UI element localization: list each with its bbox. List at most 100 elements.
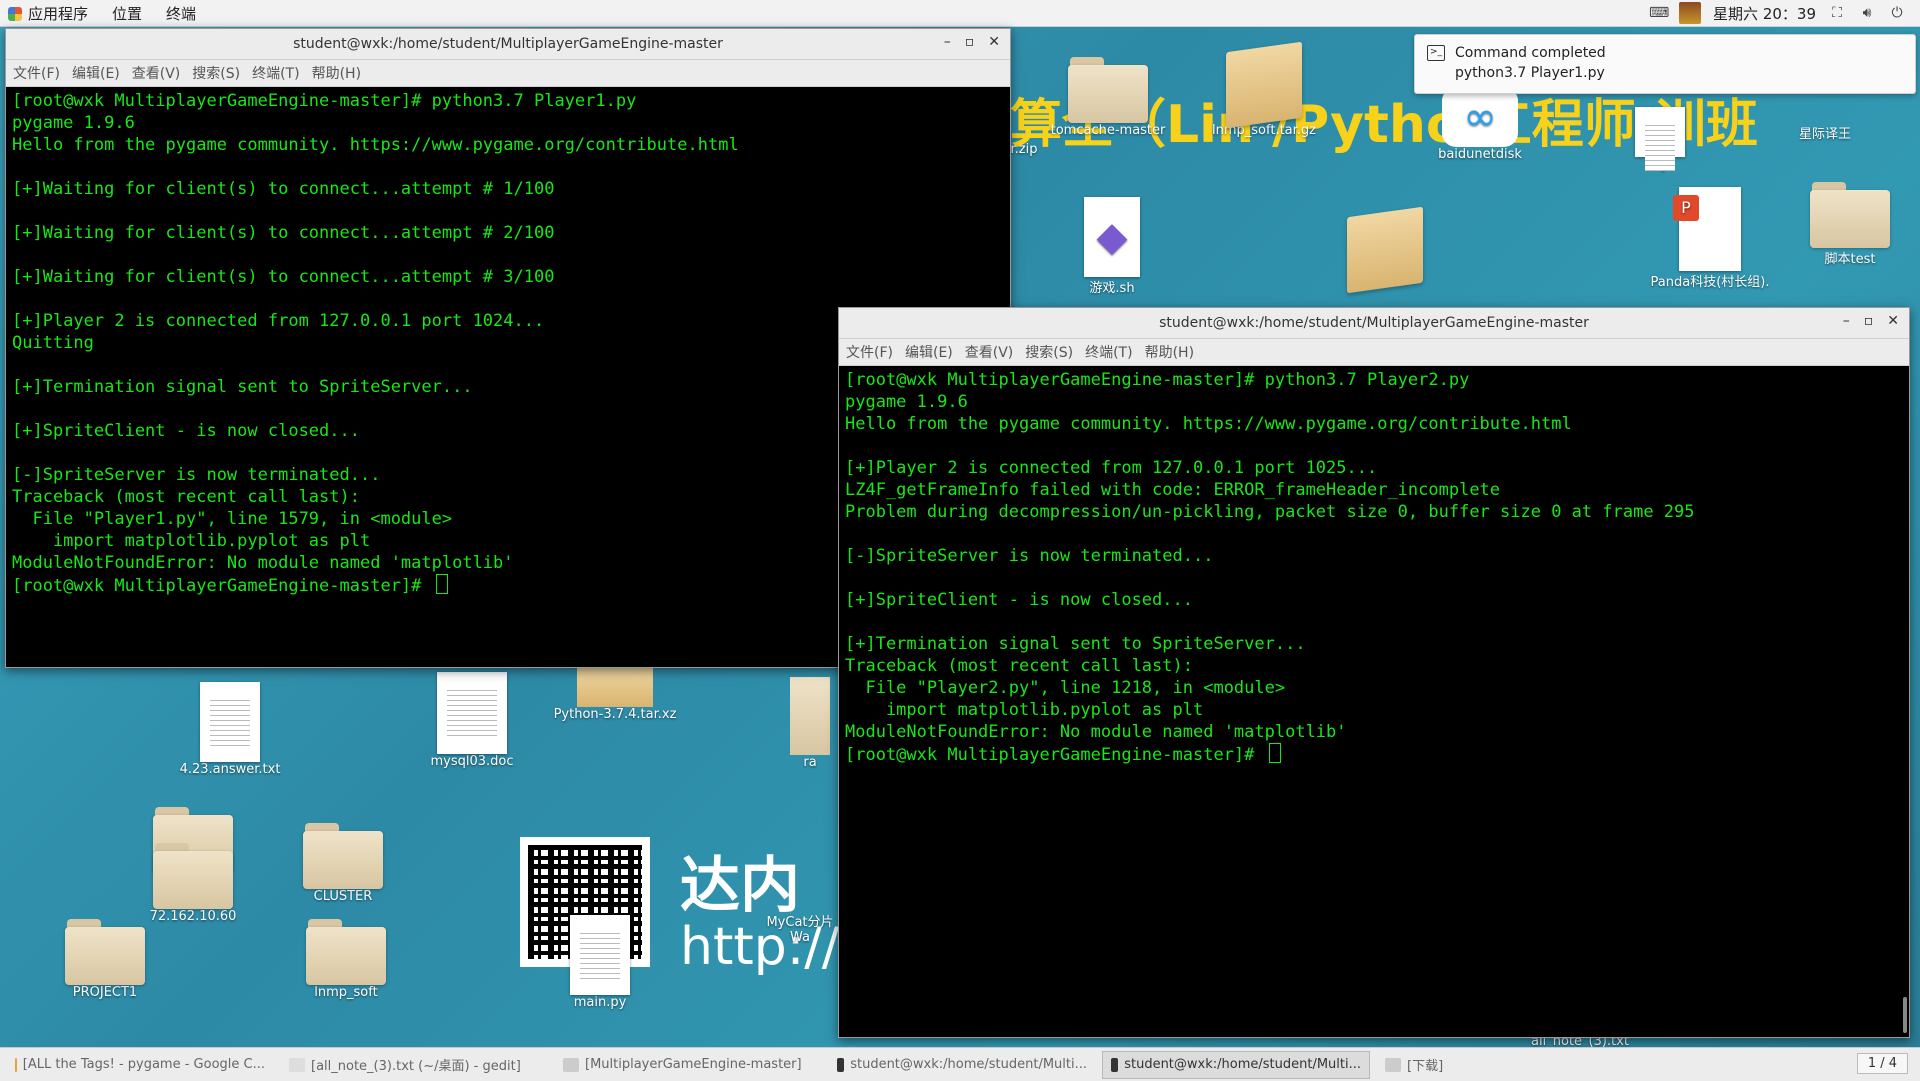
terminal-app-menu[interactable]: 终端 — [154, 3, 208, 24]
window-titlebar[interactable]: student@wxk:/home/student/MultiplayerGam… — [839, 308, 1909, 339]
desktop-icon-label: 星际译王 — [1798, 127, 1851, 142]
taskbar-item[interactable]: [ALL the Tags! - pygame - Google C... — [6, 1051, 274, 1079]
folder-icon — [303, 823, 383, 889]
minimize-icon[interactable]: – — [1843, 313, 1850, 329]
taskbar: [ALL the Tags! - pygame - Google C... [al… — [0, 1047, 1920, 1081]
menu-help[interactable]: 帮助(H) — [1139, 342, 1200, 362]
desktop-icon-script-test[interactable]: 脚本test — [1790, 182, 1910, 267]
terminal-output[interactable]: [root@wxk MultiplayerGameEngine-master]#… — [839, 366, 1909, 765]
desktop-icon-answer-txt[interactable]: 4.23.answer.txt — [170, 682, 290, 777]
desktop-icon-ip-folder[interactable]: 72.162.10.60 — [128, 807, 258, 924]
places-menu[interactable]: 位置 — [100, 3, 154, 24]
desktop-icon-lnmp-tar[interactable]: lnmp_soft.tar.gz — [1204, 41, 1324, 138]
window-icon — [1111, 1057, 1119, 1072]
maximize-icon[interactable]: ▫ — [1864, 313, 1874, 329]
volume-icon[interactable]: 🔊︎ — [1858, 5, 1876, 21]
desktop-icon-fly[interactable]: fly — [1600, 107, 1720, 172]
terminal-line: [+]Player 2 is connected from 127.0.0.1 … — [845, 458, 1378, 478]
desktop-icon-label: 脚本test — [1824, 252, 1876, 267]
text-file-icon — [200, 682, 260, 762]
desktop-icon-label: Panda科技(村长组). — [1650, 275, 1770, 290]
desktop-icon-game-sh[interactable]: ◆ 游戏.sh — [1052, 197, 1172, 296]
terminal-line: pygame 1.9.6 — [12, 113, 135, 133]
menu-terminal[interactable]: 终端(T) — [1079, 342, 1138, 362]
folder-icon — [1068, 57, 1148, 123]
desktop-icon-archive-2[interactable] — [1325, 206, 1445, 294]
taskbar-item[interactable]: student@wxk:/home/student/Multi... — [1102, 1050, 1370, 1079]
clock[interactable]: 星期六 20：39 — [1713, 3, 1816, 24]
desktop-icon-label: 游戏.sh — [1089, 281, 1135, 296]
desktop-icon-stardict[interactable]: 星际译王 — [1765, 87, 1885, 142]
desktop-icon-main-py[interactable]: main.py — [540, 915, 660, 1010]
terminal-line: import matplotlib.pyplot as plt — [845, 700, 1204, 720]
presentation-icon: P — [1673, 187, 1741, 271]
taskbar-item-label: student@wxk:/home/student/Multi... — [1124, 1057, 1361, 1072]
menu-search[interactable]: 搜索(S) — [186, 63, 246, 83]
desktop-icon-tomcache[interactable]: tomcache-master — [1048, 57, 1168, 138]
desktop-icon-project1[interactable]: PROJECT1 — [45, 919, 165, 1000]
menu-view[interactable]: 查看(V) — [126, 63, 187, 83]
taskbar-item-label: student@wxk:/home/student/Multi... — [850, 1057, 1087, 1072]
terminal-line: [+]SpriteClient - is now closed... — [845, 590, 1193, 610]
close-icon[interactable]: ✕ — [988, 34, 1000, 50]
taskbar-item[interactable]: [all_note_(3).txt (~/桌面) - gedit] — [280, 1051, 548, 1079]
document-icon — [1635, 107, 1685, 171]
scrollbar-thumb[interactable] — [1903, 997, 1907, 1033]
desktop-icon-label: Python-3.7.4.tar.xz — [553, 707, 677, 722]
folder-icon — [1810, 182, 1890, 248]
menu-edit[interactable]: 编辑(E) — [66, 63, 126, 83]
close-icon[interactable]: ✕ — [1887, 313, 1899, 329]
window-titlebar[interactable]: student@wxk:/home/student/MultiplayerGam… — [6, 29, 1010, 60]
window-title: student@wxk:/home/student/MultiplayerGam… — [293, 36, 723, 52]
menu-search[interactable]: 搜索(S) — [1019, 342, 1079, 362]
desktop-icon-baidunetdisk[interactable]: ∞ baidunetdisk — [1420, 87, 1540, 162]
desktop-icon-cluster[interactable]: CLUSTER — [283, 823, 403, 904]
applications-icon — [8, 6, 22, 21]
desktop-icon-label: MyCat分片 — [766, 915, 834, 930]
desktop-icon-python-tar[interactable]: Python-3.7.4.tar.xz — [550, 667, 680, 722]
power-icon[interactable]: ⏻ — [1888, 5, 1906, 21]
desktop-icon-label: lnmp_soft — [314, 985, 378, 1000]
taskbar-item[interactable]: student@wxk:/home/student/Multi... — [828, 1051, 1096, 1079]
maximize-icon[interactable]: ▫ — [965, 34, 975, 50]
applications-menu[interactable]: 应用程序 — [0, 3, 100, 24]
minimize-icon[interactable]: – — [944, 34, 951, 50]
terminal-line: [-]SpriteServer is now terminated... — [845, 546, 1214, 566]
terminal-line: [+]Waiting for client(s) to connect...at… — [12, 223, 555, 243]
menu-view[interactable]: 查看(V) — [959, 342, 1020, 362]
menu-file[interactable]: 文件(F) — [839, 342, 899, 362]
desktop-icon-panda[interactable]: P Panda科技(村长组). — [1640, 187, 1780, 290]
system-tray: ⌨ 星期六 20：39 ⛶ 🔊︎ ⏻ — [1649, 0, 1920, 26]
notification-popup[interactable]: >_ Command completed python3.7 Player1.p… — [1414, 34, 1916, 94]
taskbar-item-label: [ALL the Tags! - pygame - Google C... — [22, 1057, 265, 1072]
desktop-icon-ra[interactable]: ra — [790, 677, 830, 770]
terminal-line: Hello from the pygame community. https:/… — [845, 414, 1572, 434]
avatar[interactable] — [1679, 2, 1702, 24]
menu-file[interactable]: 文件(F) — [6, 63, 66, 83]
taskbar-item[interactable]: [MultiplayerGameEngine-master] — [554, 1051, 822, 1079]
desktop-icon-label: baidunetdisk — [1438, 147, 1522, 162]
taskbar-item[interactable]: [下载] — [1376, 1051, 1554, 1079]
workspace-switcher[interactable]: 1 / 4 — [1856, 1053, 1908, 1074]
terminal-window-player2[interactable]: student@wxk:/home/student/MultiplayerGam… — [838, 307, 1910, 1038]
menu-terminal[interactable]: 终端(T) — [246, 63, 305, 83]
terminal-prompt-line[interactable]: [root@wxk MultiplayerGameEngine-master]# — [845, 743, 1909, 765]
menu-help[interactable]: 帮助(H) — [306, 63, 367, 83]
network-icon[interactable]: ⛶ — [1828, 5, 1846, 21]
terminal-cursor — [435, 574, 448, 594]
desktop-icon-lnmp-soft[interactable]: lnmp_soft — [286, 919, 406, 1000]
window-icon — [1385, 1057, 1401, 1072]
terminal-scrollbar[interactable] — [1899, 366, 1909, 1037]
desktop-icon-label: PROJECT1 — [72, 985, 138, 1000]
window-icon — [563, 1057, 579, 1072]
terminal-menubar: 文件(F) 编辑(E) 查看(V) 搜索(S) 终端(T) 帮助(H) — [839, 339, 1909, 366]
desktop-icon-mysql-doc[interactable]: mysql03.doc — [412, 672, 532, 769]
script-icon: ◆ — [1084, 197, 1140, 277]
archive-icon — [1347, 206, 1423, 294]
keyboard-icon[interactable]: ⌨ — [1649, 5, 1669, 21]
desktop-icon-mycat[interactable]: MyCat分片 Wa — [760, 911, 840, 945]
menu-edit[interactable]: 编辑(E) — [899, 342, 959, 362]
terminal-line: Problem during decompression/un-pickling… — [845, 502, 1695, 522]
